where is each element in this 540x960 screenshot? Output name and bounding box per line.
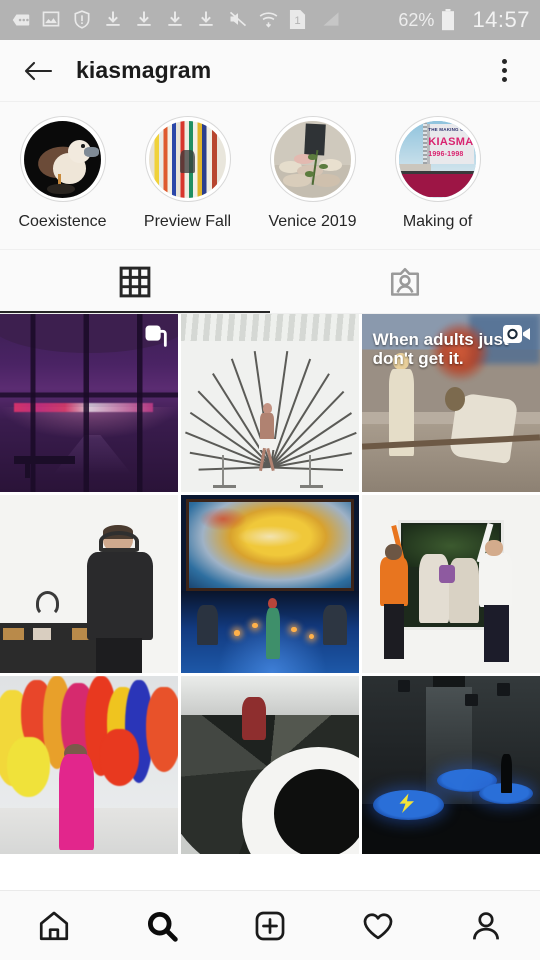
download-icon bbox=[103, 9, 125, 31]
nav-home[interactable] bbox=[0, 891, 108, 960]
highlight-thumbnail bbox=[149, 120, 226, 198]
mute-icon bbox=[227, 9, 249, 31]
highlight-ring bbox=[144, 116, 231, 202]
highlight-label: Making of bbox=[402, 213, 473, 230]
sim-1-icon: 1 bbox=[289, 9, 311, 31]
svg-text:1: 1 bbox=[294, 15, 300, 27]
grid-post-6[interactable] bbox=[362, 495, 540, 673]
grid-post-8[interactable] bbox=[181, 676, 359, 854]
back-button[interactable] bbox=[16, 49, 60, 93]
worker-orange bbox=[380, 524, 410, 659]
video-icon bbox=[502, 322, 532, 351]
grid-post-2[interactable] bbox=[181, 314, 359, 492]
billboard-line3: 1996-1998 bbox=[428, 151, 464, 159]
battery-percent-label: 62% bbox=[398, 9, 435, 30]
arrow-left-icon bbox=[24, 61, 53, 80]
image-icon bbox=[41, 9, 63, 31]
story-highlights-row: Coexistence Preview Fall Venice 2019 THE… bbox=[0, 102, 540, 250]
page-title: kiasmagram bbox=[76, 57, 212, 83]
highlight-preview-fall[interactable]: Preview Fall bbox=[125, 116, 250, 231]
billboard-line2: KIASMA bbox=[428, 135, 474, 148]
overflow-menu-button[interactable] bbox=[484, 49, 524, 93]
plus-square-icon bbox=[255, 911, 285, 940]
battery-icon bbox=[441, 9, 463, 31]
post-grid: When adults just don't get it. bbox=[0, 314, 540, 890]
billboard-line1: THE MAKING OF bbox=[428, 126, 467, 132]
heart-icon bbox=[363, 912, 393, 939]
wifi-icon bbox=[258, 9, 280, 31]
kebab-dot bbox=[501, 68, 507, 73]
status-bar-left-icons: 1 bbox=[10, 9, 398, 31]
highlight-ring: THE MAKING OF KIASMA 1996-1998 bbox=[394, 116, 481, 202]
nav-activity[interactable] bbox=[324, 891, 432, 960]
grid-post-3[interactable]: When adults just don't get it. bbox=[362, 314, 540, 492]
tagged-person-icon bbox=[390, 267, 420, 296]
highlight-label: Coexistence bbox=[18, 213, 107, 230]
bottom-navigation bbox=[0, 890, 540, 960]
highlight-thumbnail: THE MAKING OF KIASMA 1996-1998 bbox=[399, 120, 476, 198]
grid-post-5[interactable] bbox=[181, 495, 359, 673]
download-icon bbox=[165, 9, 187, 31]
message-dots-icon bbox=[10, 9, 32, 31]
grid-post-9[interactable] bbox=[362, 676, 540, 854]
highlight-label: Venice 2019 bbox=[268, 213, 357, 230]
person-icon bbox=[473, 911, 499, 939]
highlight-thumbnail bbox=[274, 120, 351, 198]
status-bar-right: 62% 14:57 bbox=[398, 7, 530, 33]
highlight-thumbnail bbox=[24, 120, 101, 198]
highlight-ring bbox=[19, 116, 106, 202]
home-icon bbox=[39, 911, 69, 940]
shield-alert-icon bbox=[72, 9, 94, 31]
nav-search[interactable] bbox=[108, 891, 216, 960]
download-icon bbox=[196, 9, 218, 31]
grid-post-4[interactable] bbox=[0, 495, 178, 673]
tab-grid[interactable] bbox=[0, 250, 270, 314]
signal-icon bbox=[320, 9, 342, 31]
highlight-ring bbox=[269, 116, 356, 202]
highlight-venice-2019[interactable]: Venice 2019 bbox=[250, 116, 375, 231]
instagram-profile-screen: 1 62% 14:57 kiasmagram Coexistence Previ… bbox=[0, 0, 540, 960]
search-icon bbox=[147, 911, 178, 942]
kebab-dot bbox=[501, 77, 507, 82]
download-icon bbox=[134, 9, 156, 31]
highlight-making-of[interactable]: THE MAKING OF KIASMA 1996-1998 Making of bbox=[375, 116, 500, 231]
worker-white bbox=[476, 522, 515, 663]
grid-icon bbox=[119, 266, 151, 298]
grid-post-7[interactable] bbox=[0, 676, 178, 854]
profile-tabs bbox=[0, 250, 540, 314]
grid-post-1[interactable] bbox=[0, 314, 178, 492]
carousel-icon bbox=[142, 322, 170, 355]
highlight-coexistence[interactable]: Coexistence bbox=[0, 116, 125, 231]
kebab-dot bbox=[501, 59, 507, 64]
tab-tagged[interactable] bbox=[270, 250, 540, 314]
status-bar: 1 62% 14:57 bbox=[0, 0, 540, 40]
visitor-figure bbox=[85, 525, 160, 673]
nav-profile[interactable] bbox=[432, 891, 540, 960]
profile-header: kiasmagram bbox=[0, 40, 540, 102]
highlight-label: Preview Fall bbox=[143, 213, 232, 230]
walking-figure bbox=[256, 403, 279, 471]
clock-label: 14:57 bbox=[472, 7, 530, 32]
nav-create[interactable] bbox=[216, 891, 324, 960]
